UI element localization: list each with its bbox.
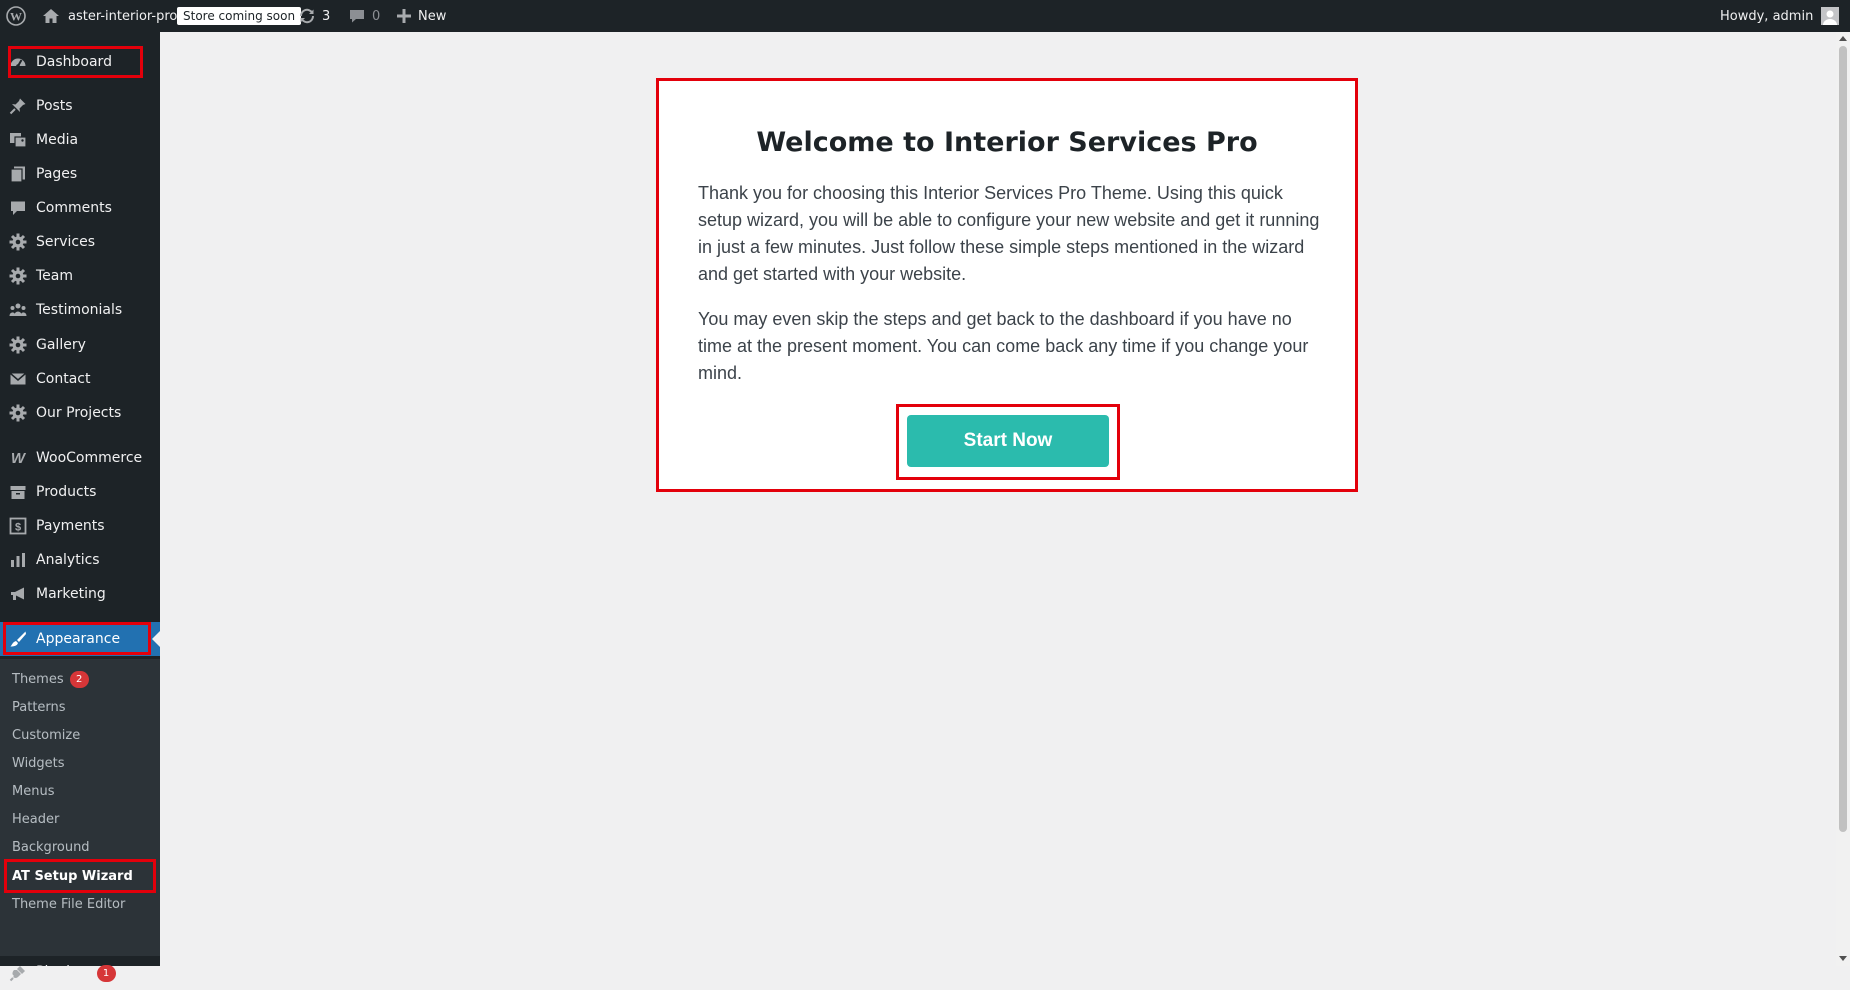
svg-text:W: W (11, 450, 27, 467)
pages-icon (8, 164, 28, 184)
menu-woocommerce[interactable]: W WooCommerce (0, 441, 160, 475)
page-scrollbar[interactable] (1836, 32, 1850, 966)
submenu-widgets[interactable]: Widgets (12, 751, 65, 775)
pushpin-icon (8, 96, 28, 116)
menu-testimonials[interactable]: Testimonials (0, 293, 160, 327)
comment-icon (8, 198, 28, 218)
wizard-title: Welcome to Interior Services Pro (756, 127, 1258, 158)
new-label: New (418, 8, 447, 24)
menu-products[interactable]: Products (0, 475, 160, 509)
my-account-link[interactable]: Howdy, admin (1720, 0, 1840, 32)
submenu-customize[interactable]: Customize (12, 723, 80, 747)
menu-plugins[interactable]: Plugins 1 (0, 956, 160, 990)
plus-icon (396, 8, 412, 24)
submenu-theme-file-editor[interactable]: Theme File Editor (12, 892, 125, 916)
wordpress-logo-icon[interactable]: W (6, 0, 26, 32)
menu-team[interactable]: Team (0, 259, 160, 293)
submenu-themes[interactable]: Themes 2 (12, 667, 89, 691)
setup-wizard-card: Welcome to Interior Services Pro Thank y… (656, 78, 1358, 492)
admin-sidebar: Dashboard Posts Media Pages Comments Ser… (0, 32, 160, 982)
menu-media[interactable]: Media (0, 123, 160, 157)
envelope-icon (8, 369, 28, 389)
new-content-link[interactable]: New (396, 0, 446, 32)
current-menu-arrow (152, 631, 160, 647)
gear-icon (8, 335, 28, 355)
start-button-highlight: Start Now (896, 404, 1120, 480)
scroll-up-arrow-icon[interactable] (1839, 36, 1847, 41)
appearance-submenu: Themes 2 Patterns Customize Widgets Menu… (0, 659, 160, 956)
plug-icon (8, 963, 28, 983)
updates-icon (298, 7, 316, 25)
paintbrush-icon (8, 629, 28, 649)
media-icon (8, 130, 28, 150)
groups-icon (8, 300, 28, 320)
gear-icon (8, 266, 28, 286)
svg-text:W: W (10, 10, 22, 24)
menu-dashboard[interactable]: Dashboard (0, 45, 160, 79)
gear-icon (8, 232, 28, 252)
scroll-down-arrow-icon[interactable] (1839, 956, 1847, 961)
admin-bar: W aster-interior-pro Store coming soon 3… (0, 0, 1850, 32)
submenu-at-setup-wizard[interactable]: AT Setup Wizard (12, 864, 133, 888)
plugins-update-badge: 1 (96, 965, 116, 982)
woo-icon: W (8, 448, 28, 468)
menu-marketing[interactable]: Marketing (0, 577, 160, 611)
comment-bubble-icon (348, 7, 366, 25)
avatar (1821, 7, 1840, 25)
menu-services[interactable]: Services (0, 225, 160, 259)
wizard-intro-paragraph: Thank you for choosing this Interior Ser… (698, 183, 1320, 284)
menu-our-projects[interactable]: Our Projects (0, 396, 160, 430)
megaphone-icon (8, 584, 28, 604)
menu-analytics[interactable]: Analytics (0, 543, 160, 577)
menu-posts[interactable]: Posts (0, 89, 160, 123)
comments-count: 0 (372, 8, 381, 24)
home-icon (42, 8, 60, 24)
menu-payments[interactable]: $ Payments (0, 509, 160, 543)
submenu-menus[interactable]: Menus (12, 779, 54, 803)
scrollbar-thumb[interactable] (1839, 46, 1847, 832)
menu-pages[interactable]: Pages (0, 157, 160, 191)
submenu-header[interactable]: Header (12, 807, 59, 831)
site-link[interactable]: aster-interior-pro (42, 0, 177, 32)
dollar-icon: $ (8, 516, 28, 536)
start-now-button[interactable]: Start Now (907, 415, 1109, 467)
svg-text:$: $ (15, 522, 21, 534)
submenu-patterns[interactable]: Patterns (12, 695, 66, 719)
menu-comments[interactable]: Comments (0, 191, 160, 225)
site-name: aster-interior-pro (68, 8, 178, 24)
menu-gallery[interactable]: Gallery (0, 328, 160, 362)
bar-chart-icon (8, 550, 28, 570)
wizard-skip-paragraph: You may even skip the steps and get back… (698, 309, 1309, 383)
updates-link[interactable]: 3 (298, 0, 330, 32)
greeting-text: Howdy, admin (1720, 8, 1814, 24)
comments-link[interactable]: 0 (348, 0, 380, 32)
updates-count: 3 (322, 8, 331, 24)
archive-icon (8, 482, 28, 502)
menu-contact[interactable]: Contact (0, 362, 160, 396)
dashboard-icon (8, 52, 28, 72)
store-coming-soon-badge[interactable]: Store coming soon (177, 0, 302, 32)
gear-icon (8, 403, 28, 423)
submenu-background[interactable]: Background (12, 835, 90, 859)
themes-update-badge: 2 (69, 670, 89, 688)
menu-appearance[interactable]: Appearance (0, 622, 160, 656)
